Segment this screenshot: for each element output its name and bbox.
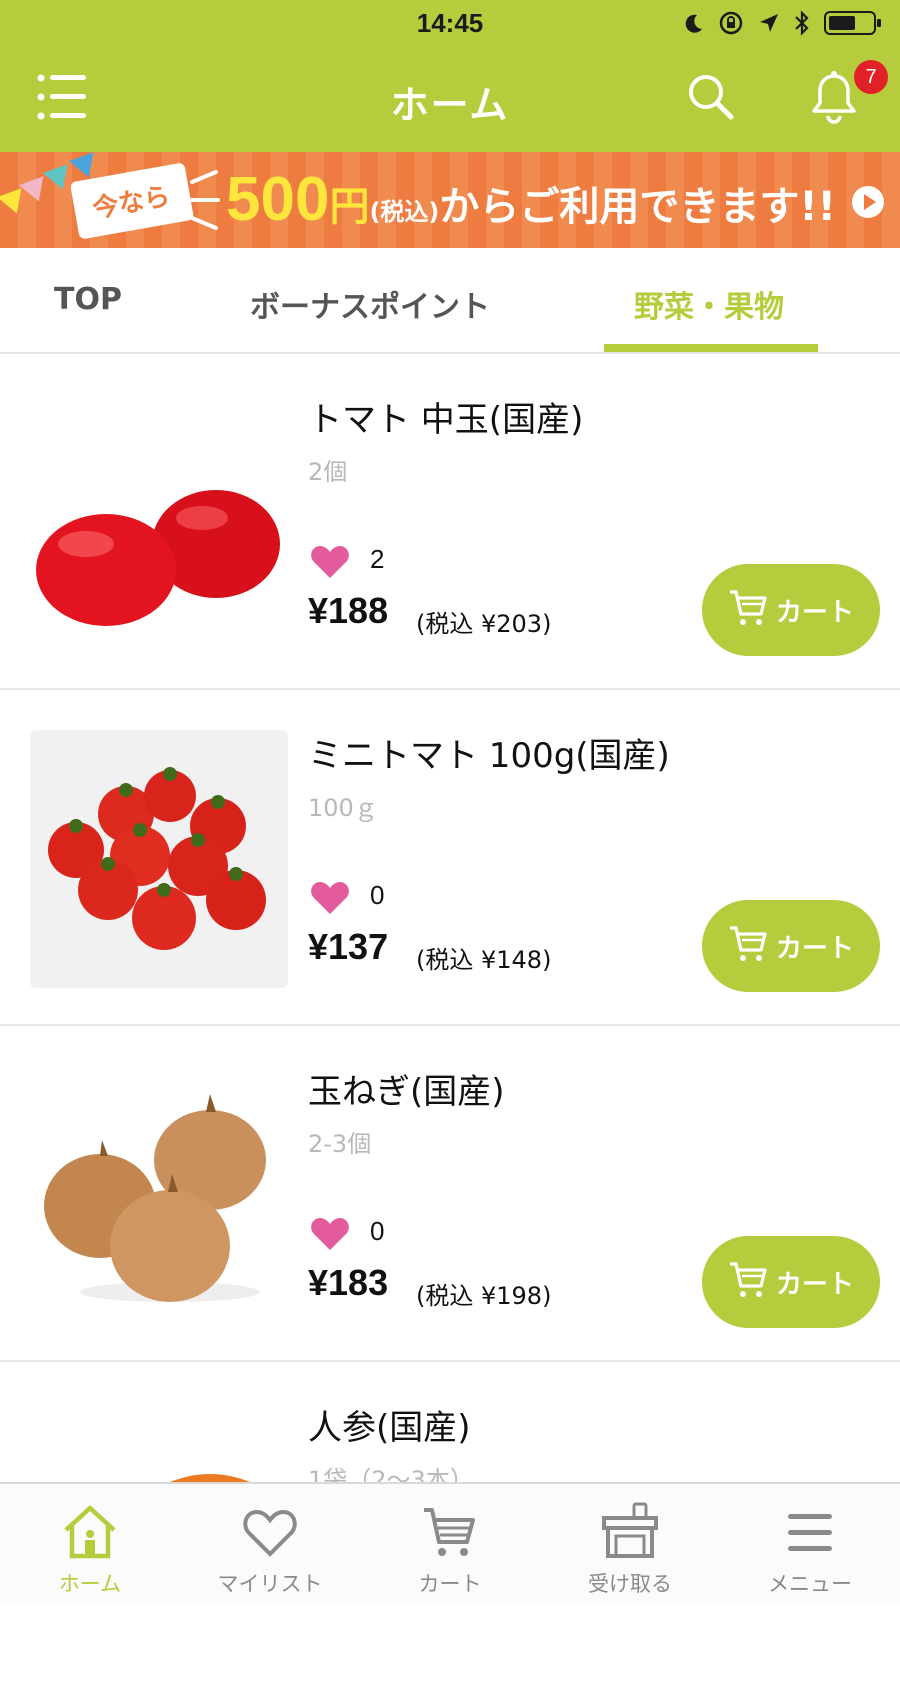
promo-text: 500円(税込)からご利用できます!! [226,164,836,235]
product-quantity: 2-3個 [308,1130,372,1158]
product-image [30,394,288,652]
page-title: ホーム [390,83,510,127]
store-icon [602,1502,658,1558]
status-icons [682,10,882,36]
nav-label: メニュー [768,1572,852,1596]
promo-suffix: からご利用できます!! [439,184,836,230]
nav-home[interactable]: ホーム [0,1484,180,1602]
play-icon [852,186,884,218]
heart-icon [311,546,349,578]
active-tab-indicator [604,344,818,352]
nav-cart[interactable]: カート [360,1484,540,1602]
product-item[interactable]: トマト 中玉(国産) 2個 2 ¥188 (税込 ¥203) カート [0,354,900,690]
search-icon [689,75,734,120]
location-icon [760,14,778,32]
tab-top[interactable]: TOP [54,282,122,317]
promo-banner[interactable]: 今なら 500円(税込)からご利用できます!! [0,152,900,248]
product-tax-price: (税込 ¥148) [416,946,552,974]
tab-vegetables-fruits[interactable]: 野菜・果物 [634,282,784,326]
nav-label: マイリスト [217,1572,323,1596]
bluetooth-icon [795,10,809,36]
cart-button-label: カート [776,598,855,628]
tab-bonus-points[interactable]: ボーナスポイント [250,282,490,326]
cart-button-label: カート [776,1270,855,1300]
notification-badge: 7 [854,60,888,94]
bottom-navigation: ホーム マイリスト カート 受け取る メニュー [0,1482,900,1602]
product-image [30,1066,288,1324]
promo-amount: 500 [226,165,330,234]
rotation-lock-icon [719,11,743,35]
status-bar: 14:45 [0,0,900,48]
nav-label: 受け取る [588,1572,672,1596]
heart-icon [311,882,349,914]
like-button[interactable] [310,544,350,580]
cart-button-label: カート [776,934,855,964]
product-quantity: 100ｇ [308,794,378,822]
product-price: ¥188 [308,590,389,631]
product-image [30,730,288,988]
battery-icon [824,11,881,35]
like-count: 0 [370,1216,385,1246]
home-icon [64,1505,116,1559]
product-item[interactable]: ミニトマト 100g(国産) 100ｇ 0 ¥137 (税込 ¥148) カート [0,690,900,1026]
nav-pickup[interactable]: 受け取る [540,1484,720,1602]
product-tax-price: (税込 ¥203) [416,610,552,638]
search-button[interactable] [686,72,736,122]
promo-tax: (税込) [369,198,440,226]
notifications-button[interactable] [810,70,858,126]
product-tax-price: (税込 ¥198) [416,1282,552,1310]
promo-yen: 円 [329,184,370,230]
heart-icon [243,1509,297,1557]
like-button[interactable] [310,1216,350,1252]
add-to-cart-button[interactable]: カート [702,564,880,656]
product-name[interactable]: 人参(国産) [308,1400,471,1449]
product-name[interactable]: ミニトマト 100g(国産) [308,728,670,777]
product-price: ¥183 [308,1262,389,1303]
moon-icon [685,14,702,33]
add-to-cart-button[interactable]: カート [702,900,880,992]
cart-icon [730,1262,767,1297]
cart-icon [730,590,767,625]
promo-tag-text: 今なら [90,181,173,225]
product-item[interactable]: 玉ねぎ(国産) 2-3個 0 ¥183 (税込 ¥198) カート [0,1026,900,1362]
app-header: 14:45 ホーム 7 [0,0,900,152]
product-quantity: 2個 [308,458,348,486]
like-count: 0 [370,880,385,910]
product-name[interactable]: トマト 中玉(国産) [308,392,583,441]
hamburger-icon [788,1514,832,1551]
like-count: 2 [370,544,385,574]
add-to-cart-button[interactable]: カート [702,1236,880,1328]
nav-mylist[interactable]: マイリスト [180,1484,360,1602]
category-tabs: TOP ボーナスポイント 野菜・果物 [0,248,900,354]
bell-icon [812,71,856,124]
cart-icon [730,926,767,961]
product-price: ¥137 [308,926,389,967]
nav-label: カート [418,1572,482,1596]
cart-icon [424,1508,475,1556]
like-button[interactable] [310,880,350,916]
product-name[interactable]: 玉ねぎ(国産) [308,1064,505,1113]
heart-icon [311,1218,349,1250]
burst-lines-icon [190,170,220,230]
nav-menu[interactable]: メニュー [720,1484,900,1602]
nav-label: ホーム [58,1572,122,1596]
